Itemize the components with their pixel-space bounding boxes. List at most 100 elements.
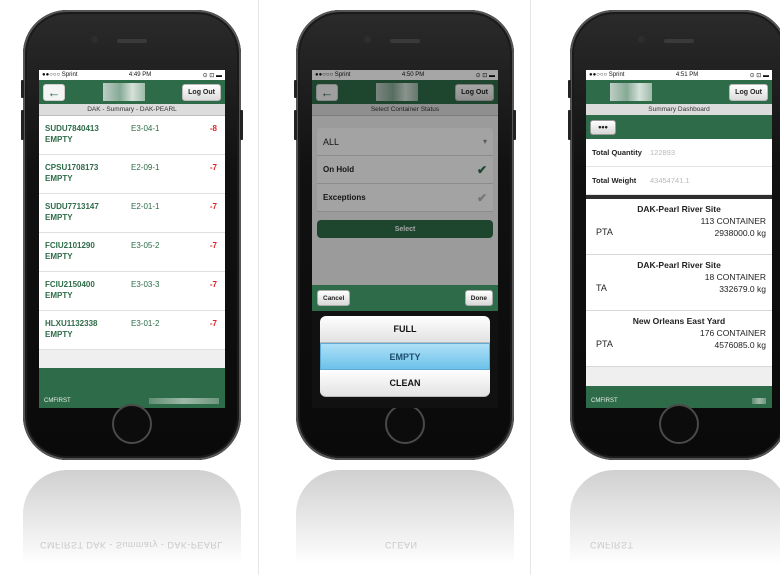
total-quantity-row: Total Quantity 122893 <box>586 139 772 167</box>
logo <box>610 83 652 101</box>
logout-button[interactable]: Log Out <box>729 83 768 101</box>
clock-label: 4:51 PM <box>675 72 699 78</box>
footer-redacted <box>149 398 219 404</box>
option-all-label: ALL <box>323 136 340 147</box>
list-item[interactable]: FCIU2101290 EMPTY E3-05-2 -7 <box>39 233 225 272</box>
total-weight-label: Total Weight <box>592 176 637 185</box>
reflection-text: CMFIRST <box>590 540 634 550</box>
back-button[interactable]: ← <box>43 83 65 101</box>
more-menu-button[interactable]: ••• <box>590 119 616 135</box>
arrow-left-icon: ← <box>47 84 61 100</box>
container-status: EMPTY <box>45 330 73 339</box>
container-list: SUDU7840413 EMPTY E3-04-1 -8 CPSU1708173… <box>39 116 225 350</box>
back-button[interactable]: ← <box>316 83 338 101</box>
container-location: E2-09-1 <box>131 163 160 172</box>
option-exceptions[interactable]: Exceptions ✔ <box>317 184 493 212</box>
status-picker: FULL EMPTY CLEAN <box>312 311 498 408</box>
totals-panel: Total Quantity 122893 Total Weight 43454… <box>586 139 772 195</box>
container-status: EMPTY <box>45 291 73 300</box>
container-location: E2-01-1 <box>131 202 160 211</box>
footer-redacted <box>752 398 766 404</box>
cancel-button[interactable]: Cancel <box>317 290 351 306</box>
container-location: E3-05-2 <box>131 241 160 250</box>
home-button[interactable] <box>385 404 425 444</box>
phone-frame-1: ●●○○○ Sprint 4:49 PM ⊙ ⊡ ▬ ← Log Out DAK… <box>21 10 243 460</box>
site-quantity: 176 CONTAINER <box>700 328 766 338</box>
screen-2: ●●○○○ Sprint 4:50 PM ⊙ ⊡ ▬ ← Log Out Sel… <box>312 70 498 408</box>
container-id: HLXU1132338 <box>45 319 98 328</box>
list-item[interactable]: CPSU1708173 EMPTY E2-09-1 -7 <box>39 155 225 194</box>
phone-frame-2: ●●○○○ Sprint 4:50 PM ⊙ ⊡ ▬ ← Log Out Sel… <box>294 10 516 460</box>
list-item[interactable]: SUDU7840413 EMPTY E3-04-1 -8 <box>39 116 225 155</box>
container-id: FCIU2150400 <box>45 280 95 289</box>
container-value: -7 <box>209 163 217 172</box>
footer-brand: CMFIRST <box>591 398 618 404</box>
container-location: E3-04-1 <box>131 124 160 133</box>
container-value: -7 <box>209 202 217 211</box>
checkmark-icon: ✔ <box>476 190 487 205</box>
container-status: EMPTY <box>45 213 73 222</box>
logout-button[interactable]: Log Out <box>455 83 494 101</box>
home-button[interactable] <box>659 404 699 444</box>
phone-reflection-1 <box>23 470 241 565</box>
logout-button[interactable]: Log Out <box>182 83 221 101</box>
container-location: E3-03-3 <box>131 280 160 289</box>
select-button[interactable]: Select <box>317 220 493 238</box>
container-id: SUDU7713147 <box>45 202 99 211</box>
app-footer: CMFIRST <box>39 368 225 408</box>
logo <box>375 83 418 101</box>
speaker-icon <box>390 39 420 43</box>
home-button[interactable] <box>112 404 152 444</box>
option-on-hold[interactable]: On Hold ✔ <box>317 156 493 184</box>
screenshot-canvas: ●●○○○ Sprint 4:49 PM ⊙ ⊡ ▬ ← Log Out DAK… <box>0 0 780 575</box>
total-quantity-label: Total Quantity <box>592 148 642 157</box>
site-name: New Orleans East Yard <box>632 316 726 326</box>
status-bar: ●●○○○ Sprint 4:50 PM ⊙ ⊡ ▬ <box>312 70 498 80</box>
container-value: -7 <box>209 241 217 250</box>
speaker-icon <box>664 39 694 43</box>
site-weight: 2938000.0 kg <box>714 228 766 238</box>
arrow-left-icon: ← <box>320 84 334 100</box>
picker-option-clean[interactable]: CLEAN <box>320 370 490 397</box>
container-status: EMPTY <box>45 135 73 144</box>
site-card[interactable]: New Orleans East Yard PTA 176 CONTAINER … <box>586 311 772 367</box>
camera-icon <box>638 36 645 43</box>
app-header: ← Log Out <box>312 80 498 104</box>
page-subtitle: Select Container Status <box>312 104 498 116</box>
site-name: DAK-Pearl River Site <box>637 260 721 270</box>
container-status: EMPTY <box>45 174 73 183</box>
site-name: DAK-Pearl River Site <box>637 204 721 214</box>
carrier-label: ●●○○○ Sprint <box>315 72 351 78</box>
picker-option-full[interactable]: FULL <box>320 316 490 343</box>
site-code: PTA <box>596 227 613 237</box>
container-id: CPSU1708173 <box>45 163 99 172</box>
status-icons: ⊙ ⊡ ▬ <box>749 72 769 79</box>
site-code: TA <box>596 283 607 293</box>
site-card[interactable]: DAK-Pearl River Site TA 18 CONTAINER 332… <box>586 255 772 311</box>
container-id: SUDU7840413 <box>45 124 99 133</box>
page-subtitle: DAK - Summary - DAK-PEARL <box>39 104 225 116</box>
status-bar: ●●○○○ Sprint 4:49 PM ⊙ ⊡ ▬ <box>39 70 225 80</box>
done-button[interactable]: Done <box>464 290 493 306</box>
footer-brand: CMFIRST <box>44 398 71 404</box>
screen-3: ●●○○○ Sprint 4:51 PM ⊙ ⊡ ▬ Log Out Summa… <box>586 70 772 408</box>
list-item[interactable]: FCIU2150400 EMPTY E3-03-3 -7 <box>39 272 225 311</box>
carrier-label: ●●○○○ Sprint <box>589 72 625 78</box>
site-card[interactable]: DAK-Pearl River Site PTA 113 CONTAINER 2… <box>586 199 772 255</box>
list-item[interactable]: HLXU1132338 EMPTY E3-01-2 -7 <box>39 311 225 350</box>
picker-toolbar: Cancel Done <box>312 285 498 311</box>
container-value: -7 <box>209 319 217 328</box>
phone-reflection-3 <box>570 470 780 565</box>
list-item[interactable]: SUDU7713147 EMPTY E2-01-1 -7 <box>39 194 225 233</box>
container-value: -7 <box>209 280 217 289</box>
option-on-hold-label: On Hold <box>323 165 355 174</box>
reflection-text: CLEAN <box>385 540 418 550</box>
total-weight-value: 43454741.1 <box>650 176 690 185</box>
option-exceptions-label: Exceptions <box>323 193 366 202</box>
container-location: E3-01-2 <box>131 319 160 328</box>
status-bar: ●●○○○ Sprint 4:51 PM ⊙ ⊡ ▬ <box>586 70 772 80</box>
option-all[interactable]: ALL ▾ <box>317 128 493 156</box>
page-subtitle: Summary Dashboard <box>586 104 772 115</box>
status-icons: ⊙ ⊡ ▬ <box>475 72 495 79</box>
picker-option-empty[interactable]: EMPTY <box>320 343 490 370</box>
